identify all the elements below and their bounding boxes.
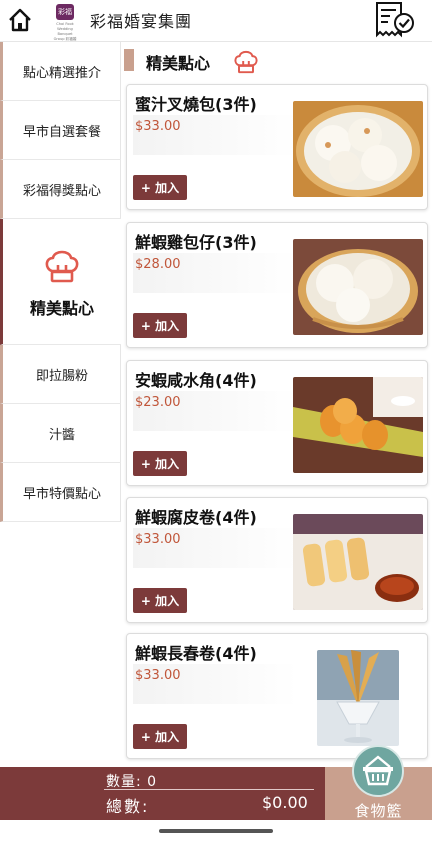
receipt-check-icon[interactable]	[374, 1, 416, 39]
divider	[104, 789, 314, 790]
cart-quantity: 數量: 0	[106, 774, 158, 790]
sidebar-item-label: 精美點心	[29, 298, 94, 318]
product-name: 鮮蝦腐皮卷(4件)	[135, 508, 257, 527]
product-name: 蜜汁叉燒包(3件)	[135, 95, 257, 114]
top-bar: 彩福 Choi Fook Wedding Banquet Group 彩福婚宴集…	[0, 0, 432, 46]
basket-label: 食物籃	[354, 802, 403, 820]
product-price: $33.00	[135, 119, 181, 134]
product-price: $33.00	[135, 532, 181, 547]
product-photo	[293, 377, 423, 473]
product-price: $28.00	[135, 257, 181, 272]
sidebar-item-label: 彩福得獎點心	[22, 183, 101, 199]
sidebar-item-label: 早市特價點心	[22, 486, 101, 502]
product-price: $33.00	[135, 668, 181, 683]
basket-icon[interactable]	[352, 745, 404, 797]
product-card[interactable]: 蜜汁叉燒包(3件) $33.00 + 加入	[126, 84, 428, 210]
logo-mark: 彩福	[56, 4, 74, 20]
product-name: 安蝦咸水角(4件)	[135, 371, 257, 390]
sidebar-item-fine-dimsum[interactable]: 精美點心	[0, 219, 121, 345]
sidebar-item-label: 汁醬	[48, 427, 75, 443]
cart-total-value: $0.00	[262, 793, 308, 812]
category-sidebar: 點心精選推介 早市自選套餐 彩福得獎點心 精美點心 即拉腸粉 汁醬 早市特價點心	[0, 42, 121, 522]
product-name: 鮮蝦長春卷(4件)	[135, 644, 257, 663]
product-photo	[293, 101, 423, 197]
sidebar-item-recommended[interactable]: 點心精選推介	[0, 42, 121, 101]
brand-logo: 彩福 Choi Fook Wedding Banquet Group 彩福婚宴集…	[52, 4, 78, 46]
product-name: 鮮蝦雞包仔(3件)	[135, 233, 257, 252]
section-accent-bar	[124, 49, 134, 71]
sidebar-item-morning-set[interactable]: 早市自選套餐	[0, 101, 121, 160]
product-photo	[317, 650, 399, 746]
sidebar-item-rice-rolls[interactable]: 即拉腸粉	[0, 345, 121, 404]
product-card[interactable]: 鮮蝦腐皮卷(4件) $33.00 + 加入	[126, 497, 428, 623]
sidebar-item-award-dimsum[interactable]: 彩福得獎點心	[0, 160, 121, 219]
section-header: 精美點心	[124, 46, 432, 74]
product-photo	[293, 239, 423, 335]
product-card[interactable]: 鮮蝦長春卷(4件) $33.00 + 加入	[126, 633, 428, 759]
section-title: 精美點心	[146, 54, 211, 73]
cart-total-label: 總數:	[106, 797, 150, 816]
add-to-cart-button[interactable]: + 加入	[133, 175, 187, 200]
product-card[interactable]: 安蝦咸水角(4件) $23.00 + 加入	[126, 360, 428, 486]
product-price: $23.00	[135, 395, 181, 410]
home-icon[interactable]	[7, 7, 33, 33]
add-to-cart-button[interactable]: + 加入	[133, 451, 187, 476]
sidebar-item-label: 即拉腸粉	[35, 368, 88, 384]
add-to-cart-button[interactable]: + 加入	[133, 313, 187, 338]
home-indicator[interactable]	[159, 829, 273, 833]
product-card[interactable]: 鮮蝦雞包仔(3件) $28.00 + 加入	[126, 222, 428, 348]
chef-hat-icon	[232, 47, 260, 75]
cart-summary-bar: 數量: 0 總數: $0.00	[0, 767, 325, 820]
sidebar-item-label: 點心精選推介	[22, 65, 101, 81]
sidebar-item-sauces[interactable]: 汁醬	[0, 404, 121, 463]
chef-hat-icon	[42, 245, 82, 289]
basket-button[interactable]: 食物籃	[325, 745, 432, 820]
app-screen: 彩福 Choi Fook Wedding Banquet Group 彩福婚宴集…	[0, 0, 432, 845]
sidebar-item-label: 早市自選套餐	[22, 124, 101, 140]
product-photo	[293, 514, 423, 610]
app-title: 彩福婚宴集團	[90, 12, 193, 31]
add-to-cart-button[interactable]: + 加入	[133, 588, 187, 613]
sidebar-item-morning-special[interactable]: 早市特價點心	[0, 463, 121, 522]
add-to-cart-button[interactable]: + 加入	[133, 724, 187, 749]
